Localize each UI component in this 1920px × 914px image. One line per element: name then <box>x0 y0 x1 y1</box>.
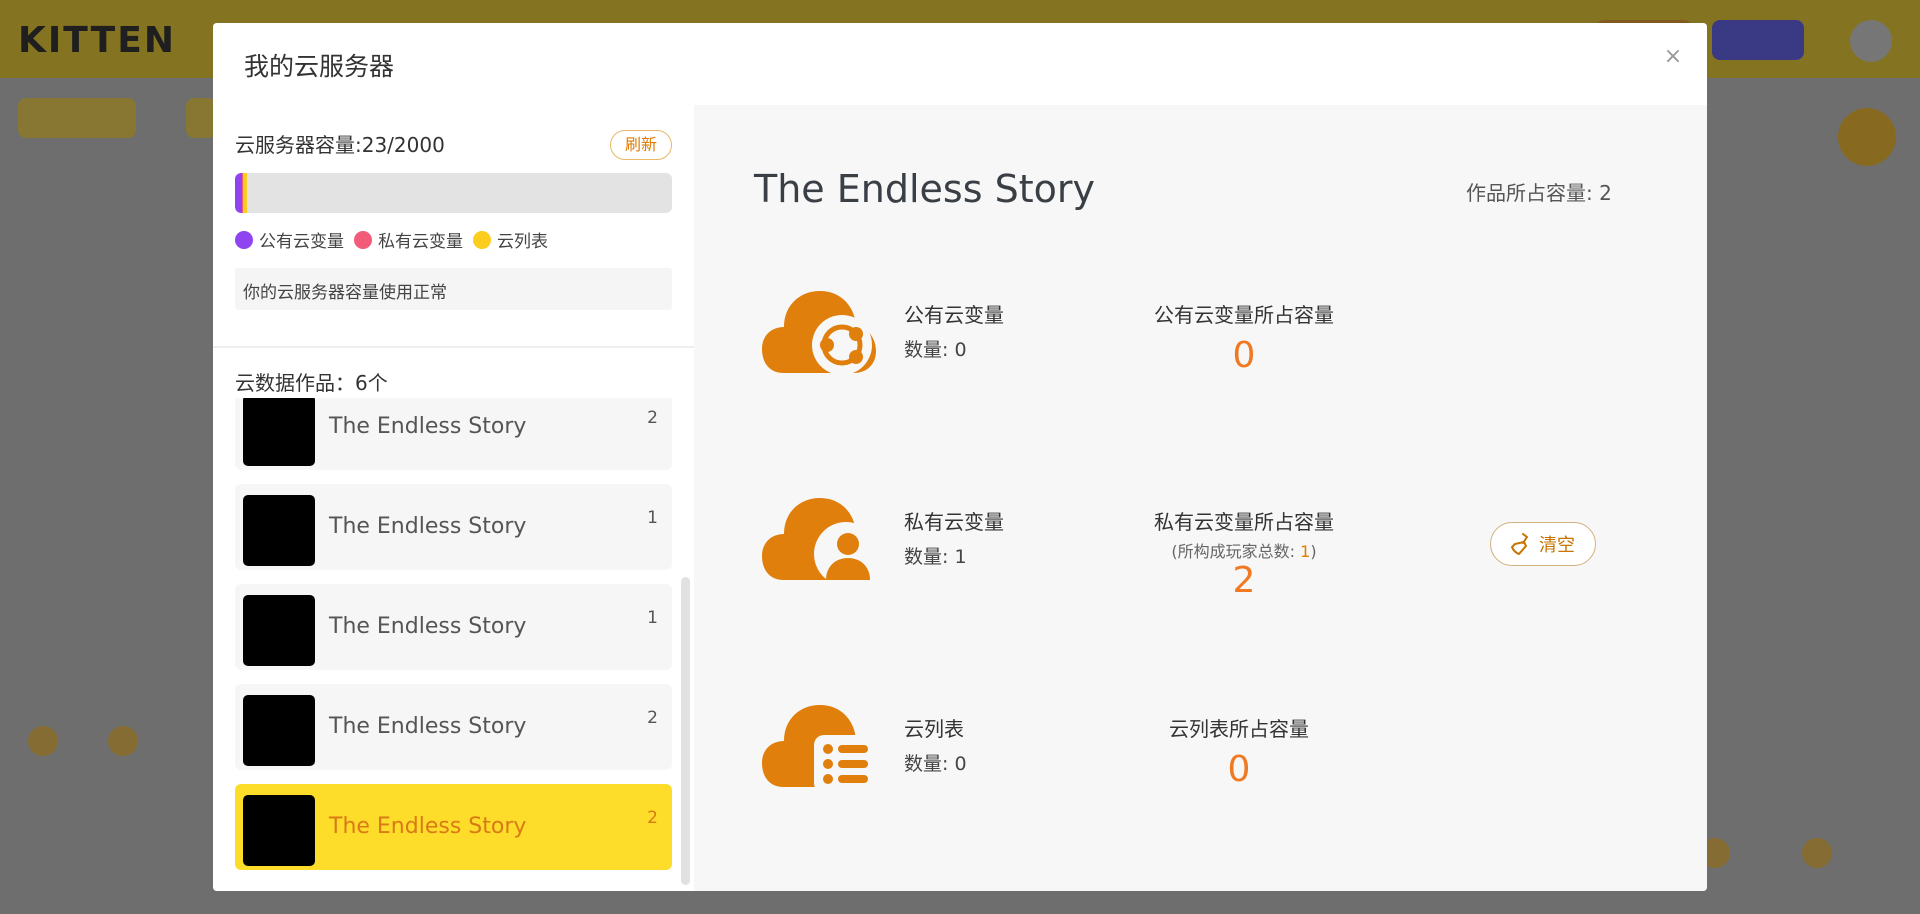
capacity-label: 云服务器容量:23/2000 <box>235 133 445 157</box>
work-title: The Endless Story <box>329 814 527 839</box>
public-variable-count: 数量: 0 <box>904 339 967 361</box>
player-total-prefix: (所构成玩家总数: <box>1171 542 1301 561</box>
capacity-bar <box>235 173 672 213</box>
private-variable-name: 私有云变量 <box>904 510 1004 534</box>
clear-button[interactable]: 清空 <box>1490 522 1596 566</box>
modal-title: 我的云服务器 <box>244 52 395 81</box>
work-title: The Endless Story <box>329 414 527 439</box>
work-thumbnail <box>243 595 315 666</box>
work-thumbnail <box>243 495 315 566</box>
legend-item-list: 云列表 <box>473 227 548 252</box>
work-size: 2 <box>647 408 658 428</box>
public-variable-row: 公有云变量 数量: 0 公有云变量所占容量 0 <box>694 287 1707 387</box>
list-item-selected[interactable]: The Endless Story 2 <box>235 784 672 870</box>
public-variable-capacity-value: 0 <box>1232 335 1256 376</box>
cloud-server-modal: 我的云服务器 × 云服务器容量:23/2000 刷新 公有云变量 私有云变量 云… <box>213 23 1707 891</box>
refresh-button[interactable]: 刷新 <box>610 130 672 160</box>
work-title-heading: The Endless Story <box>754 167 1095 211</box>
capacity-status-message: 你的云服务器容量使用正常 <box>235 268 672 310</box>
works-list-scrollbar[interactable] <box>681 577 690 885</box>
player-total-value: 1 <box>1300 542 1311 561</box>
private-variable-player-total: (所构成玩家总数: 1) <box>1134 538 1354 562</box>
public-variable-name: 公有云变量 <box>904 303 1004 327</box>
sidebar-divider <box>213 346 694 348</box>
list-item[interactable]: The Endless Story 2 <box>235 684 672 770</box>
player-total-suffix: ) <box>1310 542 1317 561</box>
clear-button-label: 清空 <box>1539 535 1575 556</box>
cloud-list-icon <box>762 705 876 793</box>
list-item[interactable]: The Endless Story 2 <box>235 398 672 470</box>
work-size: 2 <box>647 708 658 728</box>
capacity-segment-purple <box>235 173 242 213</box>
work-title: The Endless Story <box>329 514 527 539</box>
work-size: 1 <box>647 608 658 628</box>
legend-dot-public <box>235 230 253 249</box>
public-cloud-variable-icon <box>762 291 876 375</box>
cloud-list-name: 云列表 <box>904 717 964 741</box>
private-variable-count: 数量: 1 <box>904 546 967 568</box>
cloud-list-capacity-label: 云列表所占容量 <box>1169 717 1309 741</box>
legend-item-private: 私有云变量 <box>354 227 463 252</box>
legend-label-public: 公有云变量 <box>259 232 344 252</box>
close-icon[interactable]: × <box>1661 45 1685 69</box>
private-variable-capacity-value: 2 <box>1232 560 1256 601</box>
broom-icon <box>1511 533 1528 555</box>
private-cloud-variable-icon <box>762 498 876 586</box>
cloud-list-capacity-value: 0 <box>1227 749 1251 790</box>
work-thumbnail <box>243 398 315 466</box>
legend-item-public: 公有云变量 <box>235 227 344 252</box>
public-variable-capacity-label: 公有云变量所占容量 <box>1154 303 1334 327</box>
modal-header: 我的云服务器 × <box>213 23 1707 105</box>
works-count-label: 云数据作品：6个 <box>235 371 388 395</box>
legend-label-list: 云列表 <box>497 232 548 252</box>
legend-dot-private <box>354 230 372 249</box>
work-detail-panel: The Endless Story 作品所占容量: 2 公有云变量 数量: 0 … <box>694 105 1707 891</box>
list-item[interactable]: The Endless Story 1 <box>235 584 672 670</box>
capacity-bar-fill <box>235 173 247 213</box>
sidebar: 云服务器容量:23/2000 刷新 公有云变量 私有云变量 云列表 你的云服务器… <box>213 105 694 891</box>
legend-label-private: 私有云变量 <box>378 232 463 252</box>
work-thumbnail <box>243 795 315 866</box>
legend-dot-list <box>473 230 491 249</box>
work-size: 2 <box>647 808 658 828</box>
work-thumbnail <box>243 695 315 766</box>
work-title: The Endless Story <box>329 714 527 739</box>
work-usage-label: 作品所占容量: 2 <box>1466 181 1612 205</box>
private-variable-row: 私有云变量 数量: 1 私有云变量所占容量 (所构成玩家总数: 1) 2 清空 <box>694 494 1707 601</box>
work-title: The Endless Story <box>329 614 527 639</box>
cloud-list-row: 云列表 数量: 0 云列表所占容量 0 <box>694 701 1707 801</box>
works-list[interactable]: The Endless Story 2 The Endless Story 1 … <box>235 398 672 891</box>
work-size: 1 <box>647 508 658 528</box>
capacity-legend: 公有云变量 私有云变量 云列表 <box>235 227 548 252</box>
capacity-segment-yellow <box>243 173 247 213</box>
cloud-list-count: 数量: 0 <box>904 753 967 775</box>
private-variable-capacity-label: 私有云变量所占容量 <box>1154 510 1334 534</box>
list-item[interactable]: The Endless Story 1 <box>235 484 672 570</box>
